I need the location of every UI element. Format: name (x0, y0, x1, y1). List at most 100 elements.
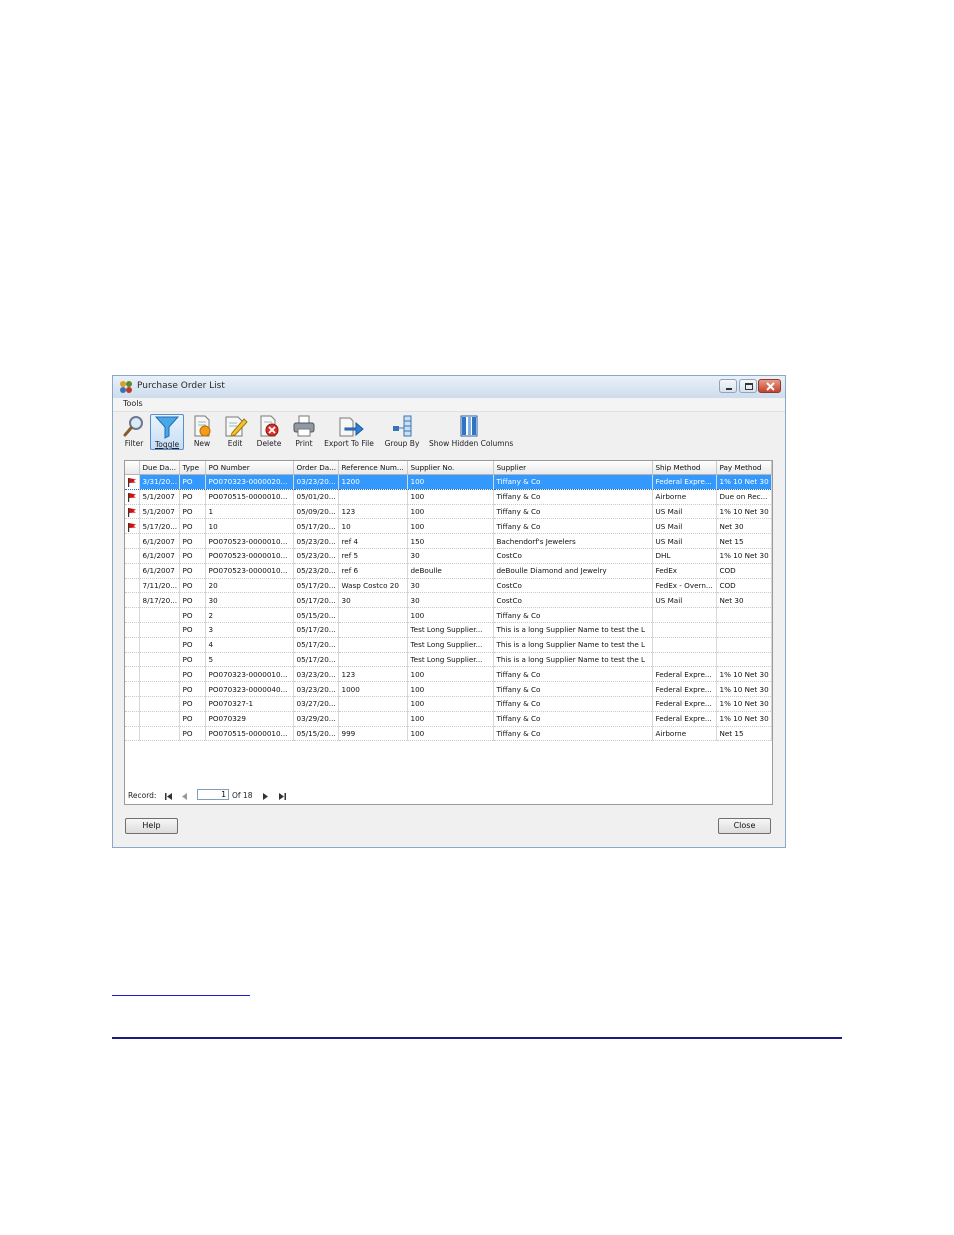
table-row[interactable]: PO 5 05/17/20... Test Long Supplier... This … (125, 652, 772, 668)
column-header-type[interactable]: Type (179, 461, 206, 475)
cell-type: PO (179, 548, 206, 564)
cell-order-date: 05/17/20... (293, 652, 339, 668)
next-record-button[interactable] (261, 792, 270, 801)
table-row[interactable]: 3/31/20... PO PO070323-0000020... 03/23/20.… (125, 474, 772, 490)
delete-button[interactable]: Delete (255, 414, 283, 450)
close-window-button[interactable] (758, 379, 781, 393)
filter-button[interactable]: Filter (121, 414, 147, 450)
table-row[interactable]: PO PO070329 03/29/20... 100 Tiffany & Co Fede… (125, 711, 772, 727)
column-header-flag[interactable] (125, 461, 140, 475)
cell-po-number: PO070523-0000010... (205, 533, 294, 549)
column-header-ship-method[interactable]: Ship Method (652, 461, 717, 475)
table-row[interactable]: 5/1/2007 PO PO070515-0000010... 05/01/20...… (125, 489, 772, 505)
table-row[interactable]: 6/1/2007 PO PO070523-0000010... 05/23/20...… (125, 563, 772, 579)
new-label: New (193, 439, 211, 448)
cell-order-date: 03/23/20... (293, 474, 339, 490)
cell-type: PO (179, 607, 206, 623)
cell-reference-number: 30 (338, 592, 408, 609)
cell-ship-method (652, 622, 717, 638)
cell-po-number: 4 (205, 637, 294, 653)
table-row[interactable]: 8/17/20... PO 30 05/17/20... 30 30 CostCo US Ma… (125, 592, 772, 609)
cell-due-date (139, 726, 180, 742)
current-record-input[interactable]: 1 (197, 789, 229, 800)
table-row[interactable]: PO 2 05/15/20... 100 Tiffany & Co (125, 607, 772, 623)
cell-due-date (139, 637, 180, 653)
cell-po-number: 30 (205, 592, 294, 609)
cell-order-date: 05/17/20... (293, 578, 339, 594)
cell-ship-method: Airborne (652, 726, 717, 742)
purchase-order-grid[interactable]: Due Da... Type PO Number Order Da... Ref… (124, 460, 773, 805)
flag-cell (125, 607, 140, 623)
flag-icon (127, 507, 136, 517)
table-row[interactable]: PO 3 05/17/20... Test Long Supplier... This … (125, 622, 772, 638)
table-row[interactable]: PO PO070515-0000010... 05/15/20... 999 100 Ti… (125, 726, 772, 742)
cell-ship-method: Federal Expre... (652, 474, 717, 490)
cell-ship-method (652, 637, 717, 653)
column-header-reference-number[interactable]: Reference Num... (338, 461, 408, 475)
cell-reference-number: ref 6 (338, 563, 408, 579)
export-to-file-button[interactable]: Export To File (323, 414, 375, 450)
cell-supplier: Tiffany & Co (493, 518, 653, 535)
table-row[interactable]: 6/1/2007 PO PO070523-0000010... 05/23/20...… (125, 533, 772, 549)
print-button[interactable]: Print (291, 414, 317, 450)
table-row[interactable]: 5/1/2007 PO 1 05/09/20... 123 100 Tiffany & Co… (125, 504, 772, 520)
cell-type: PO (179, 652, 206, 668)
column-header-supplier-no[interactable]: Supplier No. (407, 461, 494, 475)
table-row[interactable]: PO PO070323-0000010... 03/23/20... 123 100 Ti… (125, 666, 772, 683)
table-row[interactable]: PO PO070323-0000040... 03/23/20... 1000 100 T… (125, 681, 772, 697)
cell-supplier-no: deBoulle (407, 563, 494, 579)
previous-record-button[interactable] (180, 792, 189, 801)
first-record-icon (165, 793, 172, 800)
edit-label: Edit (227, 439, 243, 448)
table-row[interactable]: PO PO070327-1 03/27/20... 100 Tiffany & Co Fe… (125, 696, 772, 712)
table-row[interactable]: PO 4 05/17/20... Test Long Supplier... This … (125, 637, 772, 653)
first-record-button[interactable] (164, 792, 173, 801)
link-underline[interactable] (112, 995, 250, 996)
show-hidden-columns-button[interactable]: Show Hidden Columns (429, 414, 513, 450)
cell-order-date: 05/09/20... (293, 504, 339, 520)
purchase-order-table: Due Da... Type PO Number Order Da... Ref… (125, 461, 772, 742)
column-header-supplier[interactable]: Supplier (493, 461, 653, 475)
edit-button[interactable]: Edit (222, 414, 248, 450)
cell-reference-number (338, 696, 408, 712)
close-button[interactable]: Close (718, 818, 771, 834)
cell-po-number: 2 (205, 607, 294, 623)
cell-due-date (139, 711, 180, 727)
cell-supplier: Tiffany & Co (493, 696, 653, 712)
cell-pay-method: 1% 10 Net 30 (716, 696, 772, 712)
menu-tools[interactable]: Tools (123, 399, 143, 408)
cell-ship-method: Airborne (652, 489, 717, 505)
cell-type: PO (179, 592, 206, 609)
table-row[interactable]: 6/1/2007 PO PO070523-0000010... 05/23/20...… (125, 548, 772, 564)
export-icon (339, 417, 364, 437)
close-icon (766, 382, 775, 391)
maximize-button[interactable] (739, 379, 757, 393)
printer-icon (293, 415, 315, 437)
flag-cell (125, 622, 140, 638)
flag-icon (127, 478, 136, 488)
flag-icon (127, 522, 136, 532)
last-record-button[interactable] (278, 792, 287, 801)
title-bar[interactable]: Purchase Order List (113, 376, 785, 399)
column-header-po-number[interactable]: PO Number (205, 461, 294, 475)
table-row[interactable]: 5/17/20... PO 10 05/17/20... 10 100 Tiffany & … (125, 518, 772, 535)
cell-supplier: This is a long Supplier Name to test the… (493, 652, 653, 668)
help-button[interactable]: Help (125, 818, 178, 834)
cell-ship-method: US Mail (652, 504, 717, 520)
column-header-order-date[interactable]: Order Da... (293, 461, 339, 475)
group-by-button[interactable]: Group By (383, 414, 421, 450)
group-by-label: Group By (384, 439, 420, 448)
cell-ship-method: US Mail (652, 518, 717, 535)
minimize-button[interactable] (719, 379, 737, 393)
cell-supplier: Tiffany & Co (493, 666, 653, 683)
column-header-due-date[interactable]: Due Da... (139, 461, 180, 475)
cell-pay-method: Net 15 (716, 533, 772, 549)
column-header-pay-method[interactable]: Pay Method (716, 461, 772, 475)
cell-ship-method: US Mail (652, 592, 717, 609)
table-row[interactable]: 7/11/20... PO 20 05/17/20... Wasp Costco 20 3… (125, 578, 772, 594)
new-button[interactable]: New (190, 414, 214, 450)
flag-cell (125, 504, 140, 520)
cell-supplier-no: 100 (407, 726, 494, 742)
cell-supplier: Tiffany & Co (493, 489, 653, 505)
toggle-button[interactable]: Toggle (150, 414, 184, 450)
